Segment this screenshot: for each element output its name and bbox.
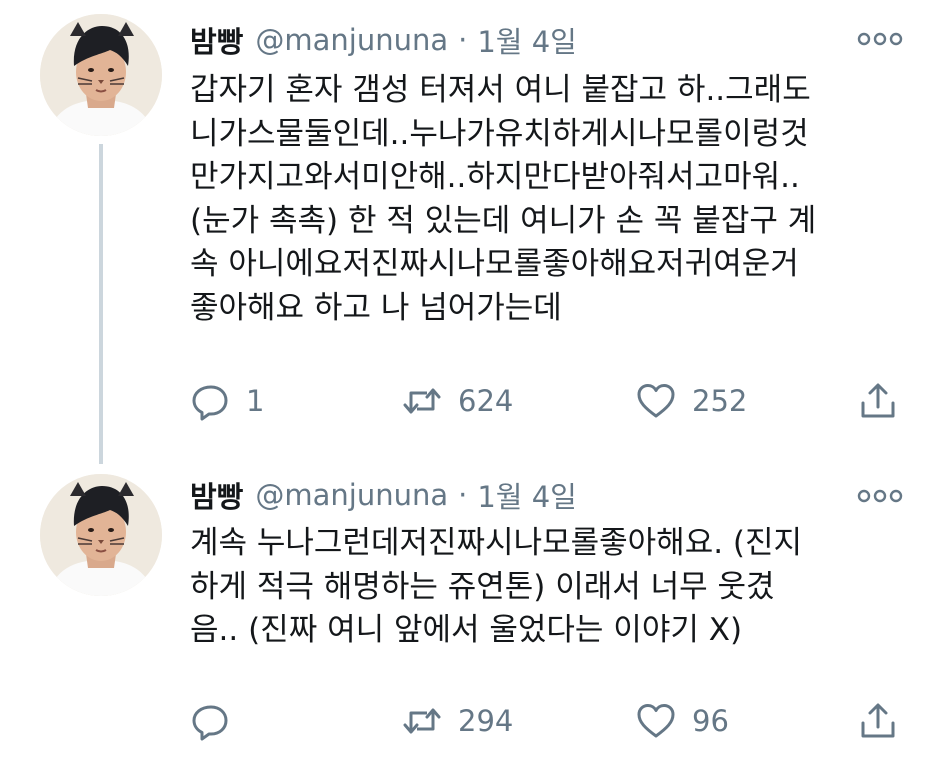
- reply-bubble-icon: [192, 385, 228, 421]
- user-handle[interactable]: @manjununa: [255, 478, 448, 512]
- share-icon: [861, 383, 895, 418]
- share-icon: [861, 703, 895, 738]
- tweet-text-line: 만가지고와서미안해..하지만다받아줘서고마워..: [190, 159, 800, 195]
- retweet-button[interactable]: 294: [402, 696, 513, 746]
- reply-bubble-icon: [192, 705, 228, 741]
- share-button[interactable]: [858, 696, 898, 746]
- tweet-actions: 1 624 252: [190, 376, 910, 426]
- tweet-text-line: 갑자기 혼자 갬성 터져서 여니 붙잡고 하..그래도: [190, 72, 811, 108]
- avatar-image: [40, 14, 162, 136]
- share-button[interactable]: [858, 376, 898, 426]
- more-dots-icon[interactable]: [856, 481, 904, 511]
- separator-dot: ·: [458, 478, 468, 512]
- avatar-image: [40, 474, 162, 596]
- tweet-text-line: 좋아해요 하고 나 넘어가는데: [190, 289, 562, 326]
- tweet-actions: 294 96: [190, 696, 910, 746]
- tweet-date[interactable]: 1월 4일: [477, 474, 576, 516]
- retweet-icon: [403, 708, 441, 734]
- retweet-count: 624: [458, 384, 514, 418]
- avatar[interactable]: [40, 474, 162, 596]
- tweet-text-line: (눈가 촉촉) 한 적 있는데 여니가 손 꼭 붙잡구 계: [190, 202, 817, 239]
- tweet-text-line: 음.. (진짜 여니 앞에서 울었다는 이야기 X): [190, 612, 743, 648]
- like-button[interactable]: 96: [636, 696, 729, 746]
- tweet-text-line: 니가스물둘인데..누나가유치하게시나모롤이렁것: [190, 115, 809, 152]
- tweet-text-line: 하게 적극 해명하는 쥬연톤) 이래서 너무 웃겼: [190, 568, 775, 605]
- like-count: 96: [692, 704, 729, 738]
- tweet-text: 갑자기 혼자 갬성 터져서 여니 붙잡고 하..그래도 니가스물둘인데..누나가…: [190, 69, 920, 330]
- like-button[interactable]: 252: [636, 376, 747, 426]
- user-handle[interactable]: @manjununa: [255, 23, 448, 57]
- tweet[interactable]: 밤빵 @manjununa · 1월 4일 계속 누나그런데저진짜시나모롤좋아해…: [0, 455, 941, 759]
- retweet-button[interactable]: 624: [402, 376, 513, 426]
- tweet[interactable]: 밤빵 @manjununa · 1월 4일 갑자기 혼자 갬성 터져서 여니 붙…: [0, 0, 941, 464]
- reply-count: 1: [246, 384, 265, 418]
- heart-icon: [637, 704, 675, 738]
- tweet-date[interactable]: 1월 4일: [477, 19, 576, 61]
- reply-button[interactable]: 1: [190, 376, 264, 426]
- retweet-count: 294: [458, 704, 514, 738]
- display-name[interactable]: 밤빵: [190, 474, 243, 516]
- retweet-icon: [403, 388, 441, 414]
- avatar[interactable]: [40, 14, 162, 136]
- more-dots-icon[interactable]: [856, 24, 904, 54]
- tweet-text-line: 계속 누나그런데저진짜시나모롤좋아해요. (진지: [190, 525, 803, 561]
- reply-button[interactable]: [190, 696, 246, 746]
- tweet-header: 밤빵 @manjununa · 1월 4일: [190, 18, 577, 62]
- tweet-text-line: 속 아니에요저진짜시나모롤좋아해요저귀여운거: [190, 246, 799, 282]
- separator-dot: ·: [458, 23, 468, 57]
- heart-icon: [637, 384, 675, 418]
- tweet-text: 계속 누나그런데저진짜시나모롤좋아해요. (진지 하게 적극 해명하는 쥬연톤)…: [190, 522, 920, 653]
- thread-connector: [99, 144, 103, 464]
- tweet-header: 밤빵 @manjununa · 1월 4일: [190, 473, 577, 517]
- display-name[interactable]: 밤빵: [190, 19, 243, 61]
- like-count: 252: [692, 384, 748, 418]
